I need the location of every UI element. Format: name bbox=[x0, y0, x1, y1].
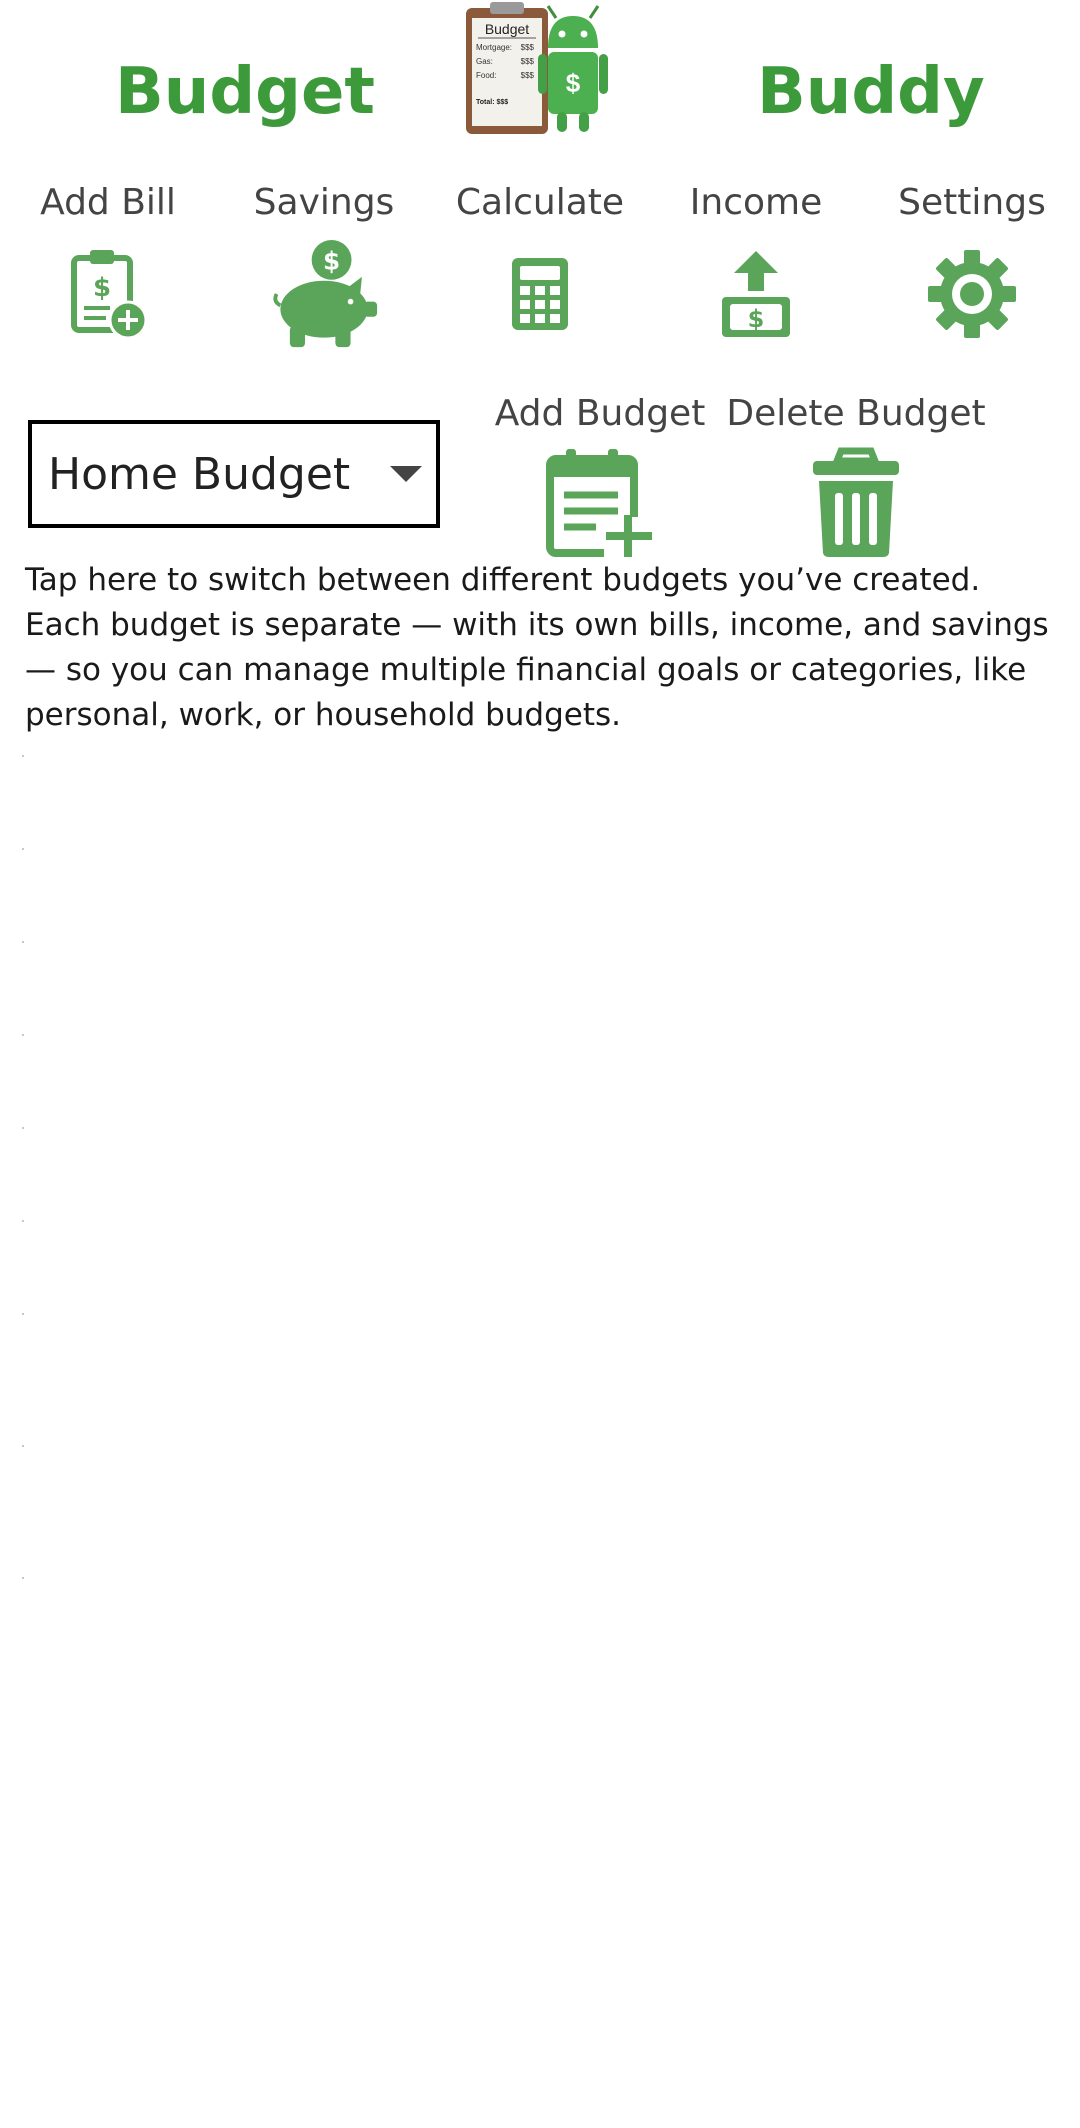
add-bill-button[interactable]: Add Bill $ bbox=[0, 175, 216, 355]
logo-line-label: Food: bbox=[476, 71, 496, 80]
gear-icon bbox=[917, 239, 1027, 349]
list-separator bbox=[22, 1220, 24, 1222]
list-separator bbox=[22, 1127, 24, 1129]
income-label: Income bbox=[689, 182, 823, 223]
list-separator bbox=[22, 755, 24, 757]
calculate-label: Calculate bbox=[455, 182, 625, 223]
logo-robot-head bbox=[548, 16, 598, 48]
income-button[interactable]: Income $ bbox=[648, 175, 864, 355]
budget-switch-help-text: Tap here to switch between different bud… bbox=[25, 562, 1049, 733]
chevron-down-icon bbox=[390, 466, 422, 482]
app-logo: Budget Mortgage: $$$ Gas: $$$ Food: $$$ … bbox=[466, 2, 608, 134]
logo-clipboard-clip bbox=[490, 2, 524, 14]
budget-selected-value: Home Budget bbox=[48, 448, 351, 500]
main-toolbar: Add Bill $ Savings $ Calculate Income $ … bbox=[0, 175, 1080, 355]
calendar-add-icon bbox=[540, 444, 660, 562]
logo-clipboard-title: Budget bbox=[485, 21, 529, 37]
list-separator bbox=[22, 848, 24, 850]
add-bill-label: Add Bill bbox=[40, 182, 176, 223]
svg-text:$: $ bbox=[93, 273, 111, 303]
calculate-button[interactable]: Calculate bbox=[432, 175, 648, 355]
app-header: Budget Budget Mortgage: $$$ Gas: $$$ Foo… bbox=[0, 0, 1080, 150]
delete-budget-label: Delete Budget bbox=[726, 393, 986, 434]
add-budget-label: Add Budget bbox=[494, 393, 706, 434]
list-separator bbox=[22, 1445, 24, 1447]
list-separator bbox=[22, 941, 24, 943]
settings-button[interactable]: Settings bbox=[864, 175, 1080, 355]
svg-text:$: $ bbox=[323, 246, 340, 275]
logo-robot-symbol: $ bbox=[566, 68, 581, 98]
cash-upload-icon: $ bbox=[701, 239, 811, 349]
logo-line-value: $$$ bbox=[521, 71, 535, 80]
savings-button[interactable]: Savings $ bbox=[216, 175, 432, 355]
app-title-budget: Budget bbox=[115, 55, 375, 129]
logo-line-label: Mortgage: bbox=[476, 43, 512, 52]
list-separator bbox=[22, 1313, 24, 1315]
logo-line-value: $$$ bbox=[521, 57, 535, 66]
trash-icon bbox=[796, 444, 916, 562]
logo-total: Total: $$$ bbox=[476, 99, 508, 106]
add-budget-button[interactable]: Add Budget bbox=[478, 388, 722, 562]
settings-label: Settings bbox=[898, 182, 1046, 223]
budget-selector-dropdown[interactable]: Home Budget bbox=[28, 420, 440, 528]
delete-budget-button[interactable]: Delete Budget bbox=[722, 388, 990, 562]
piggy-bank-icon: $ bbox=[269, 239, 379, 349]
savings-label: Savings bbox=[253, 182, 395, 223]
logo-line-value: $$$ bbox=[521, 43, 535, 52]
calculator-icon bbox=[485, 239, 595, 349]
svg-text:$: $ bbox=[748, 305, 765, 333]
logo-line-label: Gas: bbox=[476, 57, 493, 66]
clipboard-add-icon: $ bbox=[53, 239, 163, 349]
list-separator bbox=[22, 1034, 24, 1036]
list-separator bbox=[22, 1577, 24, 1579]
app-title-buddy: Buddy bbox=[757, 55, 985, 129]
